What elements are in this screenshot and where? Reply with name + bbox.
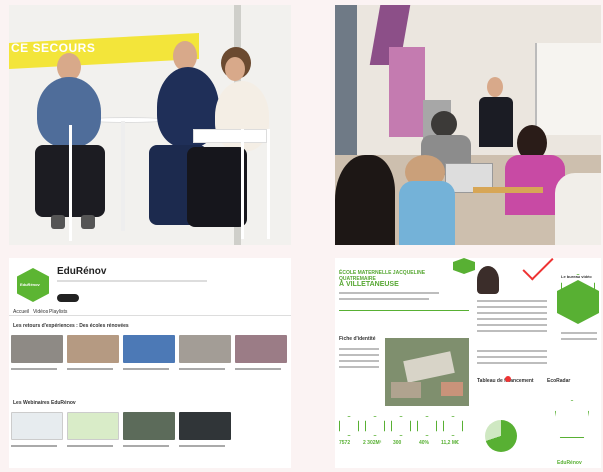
video-thumbnail[interactable] xyxy=(179,335,231,363)
video-thumbnail[interactable] xyxy=(123,335,175,363)
financing-pie-icon xyxy=(485,420,517,452)
stat-value: 11,2 M€ xyxy=(441,440,459,446)
webinar-thumbnail[interactable] xyxy=(11,412,63,440)
stat-value: 300 xyxy=(393,440,402,446)
speaker-3-head xyxy=(225,57,245,81)
video-thumbnail[interactable] xyxy=(11,335,63,363)
side-label: Le bureau vidéo xyxy=(561,274,592,279)
purple-door xyxy=(389,47,425,137)
video-caption xyxy=(179,445,225,447)
attendee-head xyxy=(431,111,457,137)
school-building xyxy=(391,382,421,398)
webinar-thumbnail[interactable] xyxy=(123,412,175,440)
video-caption xyxy=(11,368,57,370)
stat-hexagon-icon xyxy=(417,416,437,436)
section-title-retours: Les retours d'expériences : Des écoles r… xyxy=(13,323,129,329)
school-infographic: ÉCOLE MATERNELLE JACQUELINE QUATREMAIRE … xyxy=(335,258,601,468)
banner-text: CE SECOURS xyxy=(11,41,96,55)
portrait-photo xyxy=(477,266,499,294)
tab-playlists[interactable]: Playlists xyxy=(49,309,67,315)
timeline xyxy=(339,310,469,311)
text-line xyxy=(339,366,379,368)
video-thumbnail[interactable] xyxy=(67,335,119,363)
text-line xyxy=(477,350,547,352)
ecoradar-label: EcoRadar xyxy=(547,378,571,384)
tab-videos[interactable]: Vidéos xyxy=(33,309,48,315)
red-chevron xyxy=(522,258,554,281)
text-line xyxy=(339,360,379,362)
stat-value: 2 302M² xyxy=(363,440,382,446)
ecoradar-chart-icon xyxy=(555,400,589,438)
title-line-2: À VILLETANEUSE xyxy=(339,281,399,288)
red-dot-icon xyxy=(505,376,511,382)
video-caption xyxy=(67,368,113,370)
stat-value: 40% xyxy=(419,440,430,446)
infographic-title: ÉCOLE MATERNELLE JACQUELINE QUATREMAIRE … xyxy=(339,270,459,288)
chair-leg xyxy=(267,129,270,239)
foreground-shirt xyxy=(555,173,601,245)
window xyxy=(535,43,601,135)
subscribe-button[interactable] xyxy=(57,294,79,302)
text-line xyxy=(339,348,379,350)
text-line xyxy=(339,354,379,356)
stat-hexagon-icon xyxy=(339,416,359,436)
channel-name: EduRénov xyxy=(57,266,107,277)
white-chair xyxy=(193,129,267,143)
stat-hexagon-icon xyxy=(365,416,385,436)
channel-description xyxy=(57,280,207,292)
text-line xyxy=(561,332,597,334)
chair-leg xyxy=(69,125,72,241)
speaker-3-legs xyxy=(187,147,247,227)
video-caption xyxy=(179,368,225,370)
stat-hexagon-icon xyxy=(443,416,463,436)
classroom-photo xyxy=(335,5,601,245)
attendee-blue-shirt xyxy=(399,181,455,245)
video-caption xyxy=(67,445,113,447)
presenter-suit xyxy=(479,97,513,147)
text-line xyxy=(477,324,547,326)
text-line xyxy=(477,318,547,320)
video-thumbnail[interactable] xyxy=(235,335,287,363)
table-leg xyxy=(121,121,125,231)
video-caption xyxy=(123,368,169,370)
wooden-table xyxy=(473,187,543,193)
video-caption xyxy=(235,368,281,370)
webinar-thumbnail[interactable] xyxy=(67,412,119,440)
section-title-webinaires: Les Webinaires EduRénov xyxy=(13,400,76,406)
speaker-1-shoe xyxy=(51,215,65,229)
aerial-render xyxy=(385,338,469,406)
curtain xyxy=(335,5,357,155)
text-line xyxy=(477,300,547,302)
footer-logo: EduRénov xyxy=(557,460,582,466)
text-line xyxy=(561,338,597,340)
stat-hexagon-icon xyxy=(391,416,411,436)
video-caption xyxy=(123,445,169,447)
webinar-thumbnail[interactable] xyxy=(179,412,231,440)
text-line xyxy=(477,362,547,364)
text-line xyxy=(477,306,547,308)
school-building xyxy=(441,382,463,396)
speaker-1-shoe xyxy=(81,215,95,229)
foreground-hair xyxy=(335,155,395,245)
tab-accueil[interactable]: Accueil xyxy=(13,309,29,315)
school-building xyxy=(403,351,455,383)
stat-value: 7572 xyxy=(339,440,351,446)
chair-leg xyxy=(241,129,244,239)
video-caption xyxy=(11,445,57,447)
logo-text: EduRénov xyxy=(20,282,40,287)
presenter-head xyxy=(487,77,503,97)
text-line xyxy=(477,330,547,332)
conference-panel-photo: CE SECOURS xyxy=(9,5,291,245)
fiche-identite-label: Fiche d'identité xyxy=(339,336,376,342)
youtube-channel-screenshot: EduRénov EduRénov Accueil Vidéos Playlis… xyxy=(9,258,291,468)
text-line xyxy=(339,298,429,300)
text-line xyxy=(339,292,439,294)
text-line xyxy=(477,312,547,314)
text-line xyxy=(477,356,547,358)
